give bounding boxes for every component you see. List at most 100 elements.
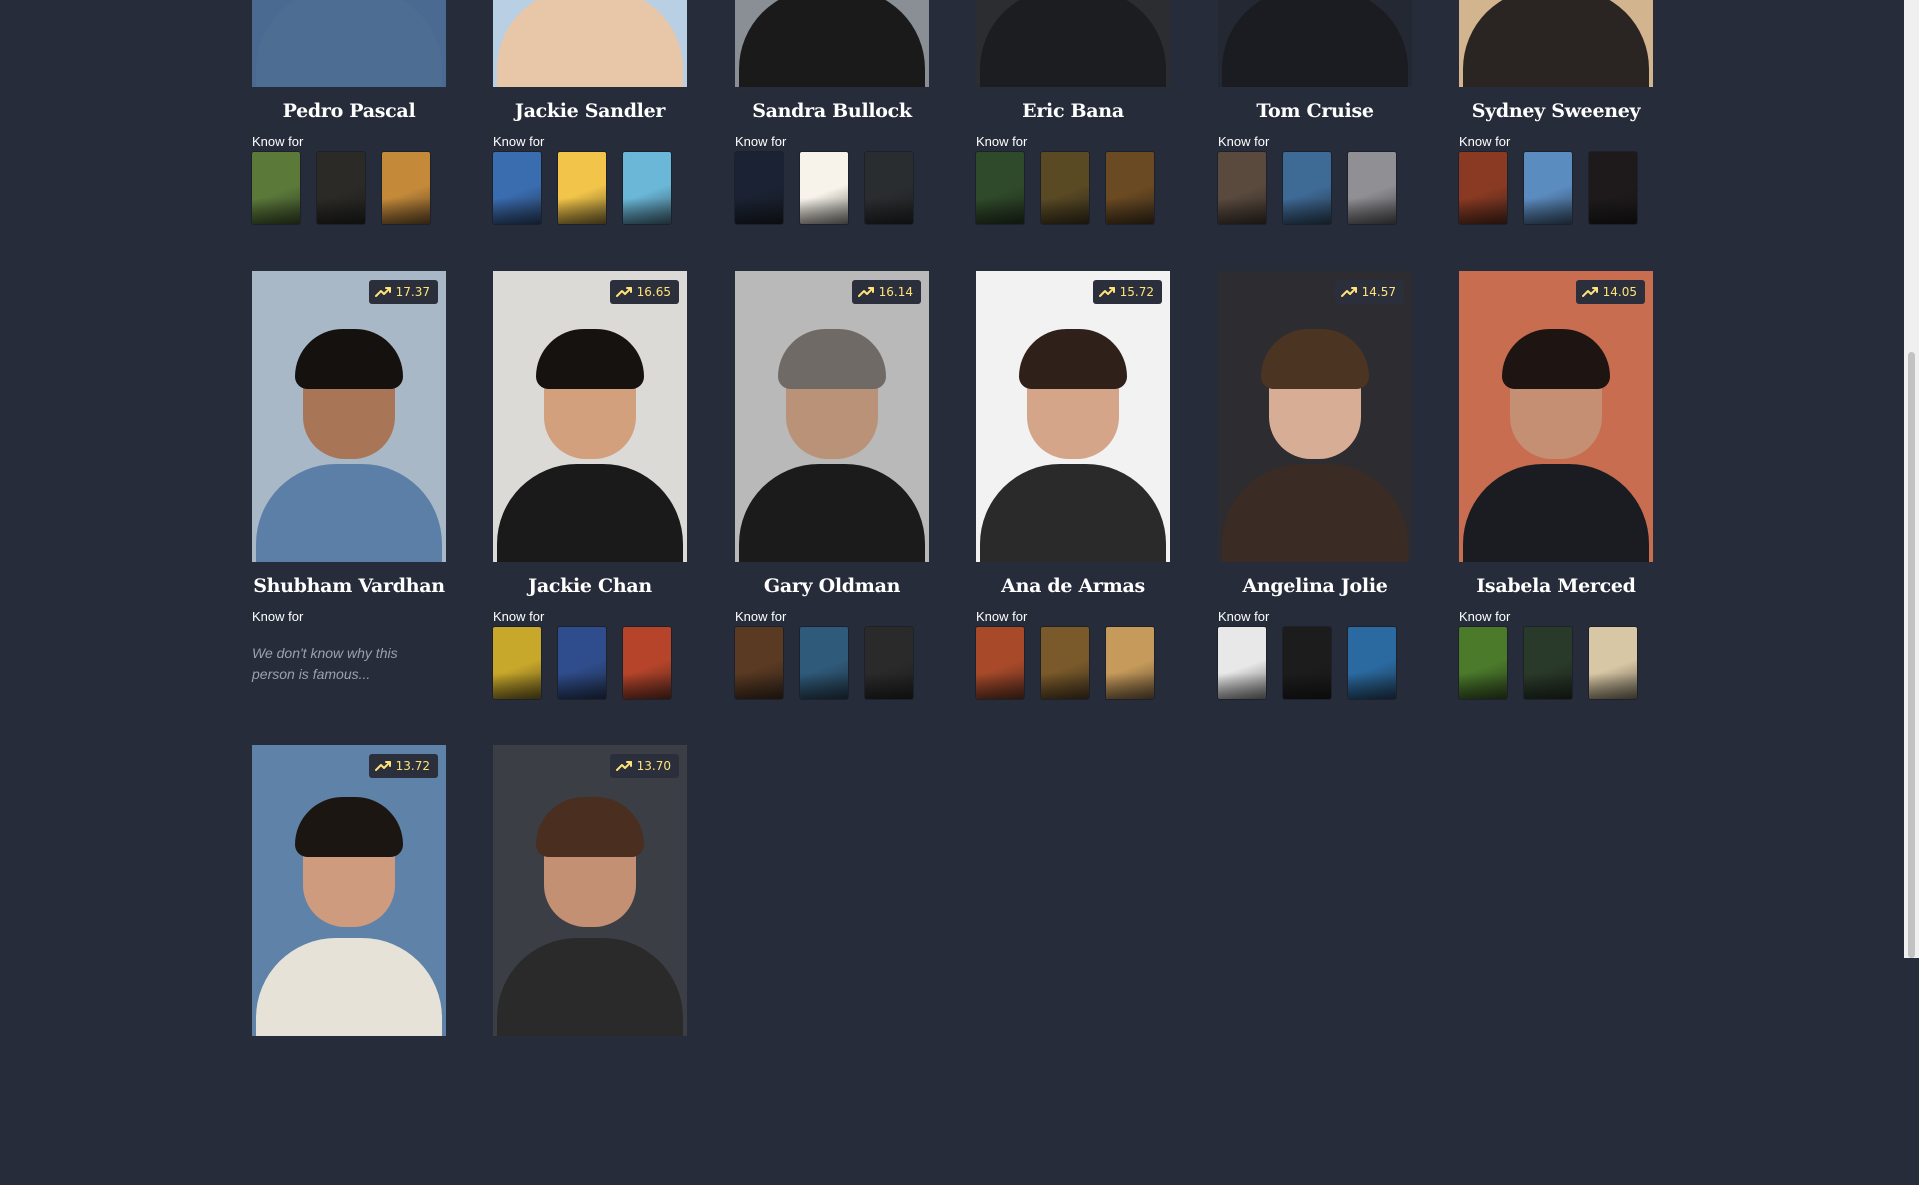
person-card[interactable]: Pedro Pascal Know for	[252, 0, 446, 236]
movie-poster[interactable]	[1041, 627, 1089, 699]
person-card[interactable]: Sandra Bullock Know for	[735, 0, 929, 236]
person-name[interactable]: Jackie Chan	[493, 575, 687, 597]
person-photo[interactable]: 14.05	[1459, 271, 1653, 562]
person-photo[interactable]: 13.72	[252, 745, 446, 1036]
movie-poster[interactable]	[1524, 152, 1572, 224]
movie-poster[interactable]	[1218, 627, 1266, 699]
vertical-scrollbar[interactable]	[1904, 0, 1919, 958]
movie-poster[interactable]	[1589, 152, 1637, 224]
known-for-list	[976, 152, 1154, 224]
known-for-list	[493, 627, 671, 699]
person-card[interactable]: 16.65 Jackie Chan Know for	[493, 271, 687, 711]
trending-up-icon	[615, 287, 632, 297]
popularity-value: 16.65	[636, 285, 671, 299]
popularity-value: 16.14	[878, 285, 913, 299]
trending-up-icon	[1581, 287, 1598, 297]
movie-poster[interactable]	[493, 152, 541, 224]
person-name[interactable]: Sandra Bullock	[735, 100, 929, 122]
movie-poster[interactable]	[735, 152, 783, 224]
known-for-label: Know for	[1459, 609, 1511, 624]
movie-poster[interactable]	[1348, 152, 1396, 224]
person-card[interactable]: Tom Cruise Know for	[1218, 0, 1412, 236]
movie-poster[interactable]	[623, 627, 671, 699]
person-name[interactable]: Tom Cruise	[1218, 100, 1412, 122]
person-photo[interactable]: 15.72	[976, 271, 1170, 562]
person-photo[interactable]: 13.70	[493, 745, 687, 1036]
known-for-list	[976, 627, 1154, 699]
popularity-badge: 13.72	[368, 754, 438, 778]
movie-poster[interactable]	[623, 152, 671, 224]
known-for-label: Know for	[1218, 609, 1270, 624]
movie-poster[interactable]	[865, 152, 913, 224]
person-photo[interactable]	[252, 0, 446, 87]
person-photo[interactable]	[1459, 0, 1653, 87]
person-photo[interactable]: 14.57	[1218, 271, 1412, 562]
person-card[interactable]: 17.37 Shubham Vardhan Know for We don't kno…	[252, 271, 446, 711]
movie-poster[interactable]	[976, 627, 1024, 699]
popularity-value: 13.70	[636, 759, 671, 773]
person-card[interactable]: 16.14 Gary Oldman Know for	[735, 271, 929, 711]
person-name[interactable]: Jackie Sandler	[493, 100, 687, 122]
movie-poster[interactable]	[317, 152, 365, 224]
person-photo[interactable]	[976, 0, 1170, 87]
known-for-list	[252, 152, 430, 224]
movie-poster[interactable]	[1041, 152, 1089, 224]
photo-shoulders	[256, 0, 442, 87]
person-photo[interactable]	[1218, 0, 1412, 87]
movie-poster[interactable]	[800, 152, 848, 224]
person-card[interactable]: 13.72	[252, 745, 446, 1185]
person-name[interactable]: Isabela Merced	[1459, 575, 1653, 597]
movie-poster[interactable]	[976, 152, 1024, 224]
person-card[interactable]: 13.70	[493, 745, 687, 1185]
person-name[interactable]: Sydney Sweeney	[1459, 100, 1653, 122]
movie-poster[interactable]	[1106, 152, 1154, 224]
movie-poster[interactable]	[1524, 627, 1572, 699]
movie-poster[interactable]	[1283, 627, 1331, 699]
movie-poster[interactable]	[865, 627, 913, 699]
movie-poster[interactable]	[800, 627, 848, 699]
movie-poster[interactable]	[558, 627, 606, 699]
person-card[interactable]: Jackie Sandler Know for	[493, 0, 687, 236]
person-photo[interactable]	[493, 0, 687, 87]
person-card[interactable]: 15.72 Ana de Armas Know for	[976, 271, 1170, 711]
person-name[interactable]: Pedro Pascal	[252, 100, 446, 122]
known-for-label: Know for	[976, 609, 1028, 624]
person-name[interactable]: Gary Oldman	[735, 575, 929, 597]
person-card[interactable]: Sydney Sweeney Know for	[1459, 0, 1653, 236]
known-for-label: Know for	[252, 609, 304, 624]
person-photo[interactable]	[735, 0, 929, 87]
person-photo[interactable]: 16.65	[493, 271, 687, 562]
photo-shoulders	[497, 0, 683, 87]
movie-poster[interactable]	[1589, 627, 1637, 699]
movie-poster[interactable]	[558, 152, 606, 224]
known-for-list	[1218, 152, 1396, 224]
person-name[interactable]: Ana de Armas	[976, 575, 1170, 597]
movie-poster[interactable]	[1348, 627, 1396, 699]
person-photo[interactable]: 17.37	[252, 271, 446, 562]
movie-poster[interactable]	[1106, 627, 1154, 699]
movie-poster[interactable]	[735, 627, 783, 699]
movie-poster[interactable]	[493, 627, 541, 699]
known-for-list	[493, 152, 671, 224]
movie-poster[interactable]	[1459, 627, 1507, 699]
known-for-list	[735, 152, 913, 224]
person-card[interactable]: 14.57 Angelina Jolie Know for	[1218, 271, 1412, 711]
known-for-label: Know for	[1459, 134, 1511, 149]
known-for-label: Know for	[493, 134, 545, 149]
person-name[interactable]: Eric Bana	[976, 100, 1170, 122]
trending-up-icon	[374, 287, 391, 297]
person-name[interactable]: Shubham Vardhan	[252, 575, 446, 597]
movie-poster[interactable]	[252, 152, 300, 224]
person-card[interactable]: Eric Bana Know for	[976, 0, 1170, 236]
movie-poster[interactable]	[382, 152, 430, 224]
person-name[interactable]: Angelina Jolie	[1218, 575, 1412, 597]
popularity-badge: 16.65	[609, 280, 679, 304]
movie-poster[interactable]	[1218, 152, 1266, 224]
scrollbar-thumb[interactable]	[1908, 352, 1915, 958]
person-card[interactable]: 14.05 Isabela Merced Know for	[1459, 271, 1653, 711]
movie-poster[interactable]	[1459, 152, 1507, 224]
popularity-value: 14.05	[1602, 285, 1637, 299]
popularity-badge: 17.37	[368, 280, 438, 304]
person-photo[interactable]: 16.14	[735, 271, 929, 562]
movie-poster[interactable]	[1283, 152, 1331, 224]
